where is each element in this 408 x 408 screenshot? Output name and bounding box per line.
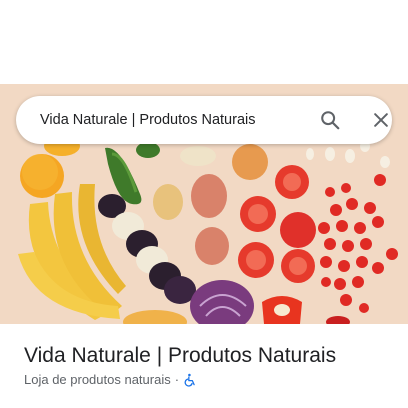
- place-info-panel: Vida Naturale | Produtos Naturais Loja d…: [0, 324, 408, 408]
- search-bar[interactable]: Vida Naturale | Produtos Naturais: [16, 96, 392, 144]
- wheelchair-icon: [184, 373, 195, 387]
- search-button[interactable]: [313, 106, 347, 134]
- search-icon: [321, 111, 340, 130]
- top-blank-area: [0, 0, 408, 84]
- place-category: Loja de produtos naturais: [24, 372, 171, 387]
- separator-dot: ·: [174, 372, 180, 387]
- accessibility-badge: [183, 373, 197, 387]
- place-title: Vida Naturale | Produtos Naturais: [24, 344, 337, 367]
- close-button[interactable]: [364, 106, 398, 134]
- search-input[interactable]: Vida Naturale | Produtos Naturais: [40, 96, 290, 144]
- place-subtitle: Loja de produtos naturais ·: [24, 372, 197, 387]
- close-icon: [374, 113, 388, 127]
